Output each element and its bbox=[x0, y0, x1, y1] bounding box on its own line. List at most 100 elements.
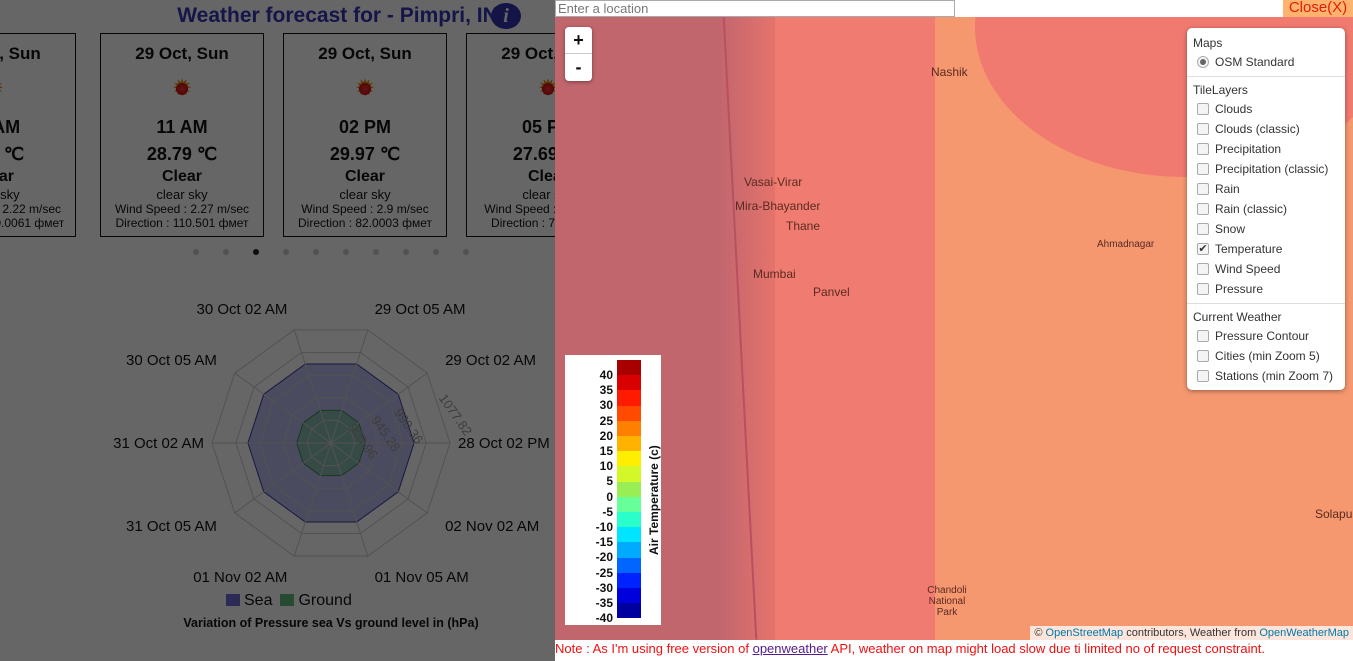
layer-pressure[interactable]: Pressure bbox=[1187, 279, 1345, 299]
card-wind: Wind Speed : 2.27 m/sec bbox=[114, 202, 250, 216]
api-note: Note : As I'm using free version of open… bbox=[555, 641, 1265, 656]
checkbox[interactable] bbox=[1197, 263, 1209, 275]
layer-osm-standard[interactable]: OSM Standard bbox=[1187, 52, 1345, 72]
carousel-dot[interactable] bbox=[283, 249, 289, 255]
layer-rain-classic-[interactable]: Rain (classic) bbox=[1187, 199, 1345, 219]
layer-rain[interactable]: Rain bbox=[1187, 179, 1345, 199]
card-main: Clear bbox=[344, 168, 386, 185]
checkbox[interactable] bbox=[1197, 283, 1209, 295]
sun-icon bbox=[171, 75, 193, 103]
card-dir: Direction : 110.501 фмет bbox=[115, 216, 249, 230]
chart-title: Variation of Pressure sea Vs ground leve… bbox=[183, 616, 479, 630]
card-desc: clear sky bbox=[522, 187, 555, 202]
forecast-card[interactable]: 29 Oct, Sun 11 AM 28.79 ℃ Clear clear skyWin… bbox=[100, 33, 264, 237]
forecast-card[interactable]: 29 Oct, Sun 05 PM 27.69 ℃ Clear clear skyWin… bbox=[466, 33, 555, 237]
tick-label: 1077.82 bbox=[436, 391, 475, 438]
carousel-dot[interactable] bbox=[373, 249, 379, 255]
scale-swatch bbox=[617, 436, 641, 452]
scale-label: 35 bbox=[599, 383, 613, 398]
card-main: Clear bbox=[527, 168, 555, 185]
scale-label: 25 bbox=[599, 413, 613, 428]
checkbox[interactable] bbox=[1197, 183, 1209, 195]
category-label: 31 Oct 05 AM bbox=[126, 518, 217, 535]
card-dir: Direction : 82.0003 фмет bbox=[298, 216, 432, 230]
checkbox[interactable]: ✔ bbox=[1197, 243, 1209, 255]
info-icon[interactable]: i bbox=[491, 3, 521, 29]
weather-map[interactable]: Nashik Vasai-Virar Mira-Bhayander Thane Mumb… bbox=[555, 17, 1353, 640]
close-button[interactable]: Close(X) bbox=[1283, 0, 1353, 17]
layer-label: Stations (min Zoom 7) bbox=[1215, 369, 1334, 383]
radio-selected[interactable] bbox=[1197, 56, 1209, 68]
card-desc: clear sky bbox=[156, 187, 208, 202]
layer-cities-min-zoom-5-[interactable]: Cities (min Zoom 5) bbox=[1187, 346, 1345, 366]
scale-label: -35 bbox=[595, 596, 613, 610]
layer-wind-speed[interactable]: Wind Speed bbox=[1187, 259, 1345, 279]
carousel-dot[interactable] bbox=[403, 249, 409, 255]
layer-stations-min-zoom-7-[interactable]: Stations (min Zoom 7) bbox=[1187, 366, 1345, 386]
layer-pressure-contour[interactable]: Pressure Contour bbox=[1187, 326, 1345, 346]
checkbox[interactable] bbox=[1197, 123, 1209, 135]
zoom-out-button[interactable]: - bbox=[565, 54, 592, 81]
layer-clouds-classic-[interactable]: Clouds (classic) bbox=[1187, 119, 1345, 139]
map-modal: Close(X) Nashik Vasai-Virar Mira-Bhayander… bbox=[555, 0, 1353, 661]
scale-label: 20 bbox=[599, 428, 613, 443]
checkbox[interactable] bbox=[1197, 350, 1209, 362]
checkbox[interactable] bbox=[1197, 203, 1209, 215]
sun-icon bbox=[0, 75, 5, 103]
forecast-card[interactable]: 29 Oct, Sun 08 AM 27.2 ℃ Clear clear skyWind… bbox=[0, 33, 76, 237]
maps-header: Maps bbox=[1193, 36, 1223, 50]
card-dir: Direction : 100.0061 фмет bbox=[0, 216, 65, 230]
forecast-card[interactable]: 29 Oct, Sun 02 PM 29.97 ℃ Clear clear skyWin… bbox=[283, 33, 447, 237]
checkbox[interactable] bbox=[1197, 223, 1209, 235]
carousel-dot[interactable] bbox=[463, 249, 469, 255]
layer-clouds[interactable]: Clouds bbox=[1187, 99, 1345, 119]
location-search-input[interactable] bbox=[555, 0, 955, 17]
legend-sea[interactable]: Sea bbox=[226, 592, 272, 610]
layer-precipitation[interactable]: Precipitation bbox=[1187, 139, 1345, 159]
layer-precipitation-classic-[interactable]: Precipitation (classic) bbox=[1187, 159, 1345, 179]
carousel-dot[interactable] bbox=[253, 249, 259, 255]
card-dir: Direction : 75.5 фмет bbox=[491, 216, 555, 230]
scale-swatch bbox=[617, 512, 641, 528]
scale-swatch bbox=[617, 466, 641, 482]
map-attribution: © OpenStreetMap contributors, Weather fr… bbox=[1030, 626, 1353, 640]
checkbox[interactable] bbox=[1197, 330, 1209, 342]
checkbox[interactable] bbox=[1197, 103, 1209, 115]
temperature-legend-title: Air Temperature (c) bbox=[647, 445, 661, 555]
scale-label: -15 bbox=[595, 535, 613, 550]
carousel-dot[interactable] bbox=[223, 249, 229, 255]
scale-swatch bbox=[617, 588, 641, 604]
card-date: 29 Oct, Sun bbox=[135, 44, 229, 63]
scale-swatch bbox=[617, 405, 641, 421]
category-label: 28 Oct 02 PM bbox=[458, 435, 550, 452]
scale-label: 30 bbox=[599, 398, 613, 413]
layer-label: Wind Speed bbox=[1215, 262, 1281, 276]
category-label: 30 Oct 05 AM bbox=[126, 352, 217, 369]
carousel-dot[interactable] bbox=[433, 249, 439, 255]
forecast-panel: Weather forecast for - Pimpri, IN i 29 O… bbox=[0, 0, 555, 661]
carousel-dot[interactable] bbox=[343, 249, 349, 255]
checkbox[interactable] bbox=[1197, 163, 1209, 175]
zoom-in-button[interactable]: + bbox=[565, 27, 592, 54]
city-label: Chandoli National Park bbox=[927, 585, 967, 618]
layer-label: Rain (classic) bbox=[1215, 202, 1288, 216]
carousel-dot[interactable] bbox=[193, 249, 199, 255]
legend-ground[interactable]: Ground bbox=[280, 592, 352, 610]
layer-temperature[interactable]: ✔ Temperature bbox=[1187, 239, 1345, 259]
layer-snow[interactable]: Snow bbox=[1187, 219, 1345, 239]
scale-label: -5 bbox=[602, 504, 613, 519]
checkbox[interactable] bbox=[1197, 143, 1209, 155]
layer-label: Temperature bbox=[1215, 242, 1283, 256]
checkbox[interactable] bbox=[1197, 370, 1209, 382]
carousel-dot[interactable] bbox=[313, 249, 319, 255]
scale-label: -40 bbox=[595, 611, 613, 626]
card-wind: Wind Speed : 2.22 m/sec bbox=[0, 202, 62, 216]
layer-label: Pressure Contour bbox=[1215, 329, 1310, 343]
card-wind: Wind Speed : 2.9 m/sec bbox=[301, 202, 429, 216]
osm-link[interactable]: OpenStreetMap bbox=[1046, 627, 1124, 639]
scale-swatch bbox=[617, 451, 641, 467]
openweather-link[interactable]: openweather bbox=[753, 641, 828, 656]
owm-link[interactable]: OpenWeatherMap bbox=[1259, 627, 1349, 639]
layer-label: Precipitation (classic) bbox=[1215, 162, 1329, 176]
card-main: Clear bbox=[161, 168, 203, 185]
